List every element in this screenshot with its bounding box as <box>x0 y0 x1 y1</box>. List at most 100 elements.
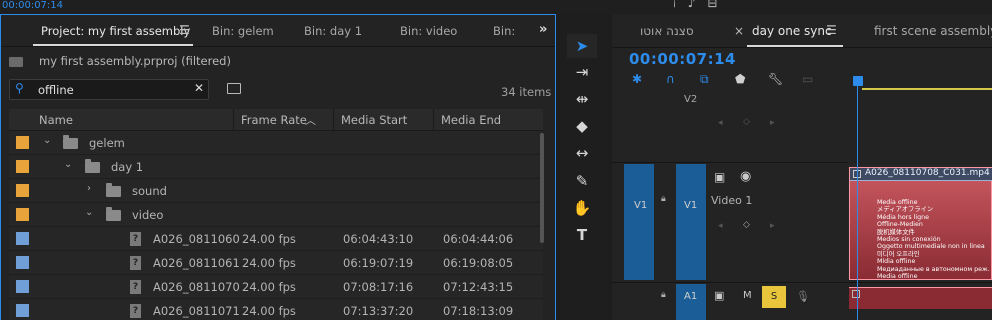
work-area-bar[interactable] <box>862 88 992 90</box>
tab-bin-day-1[interactable]: Bin: day 1 <box>304 24 362 38</box>
next-keyframe-icon[interactable]: ▸ <box>770 221 775 231</box>
search-input[interactable]: ⚲ offline ✕ <box>9 79 209 100</box>
chevron-down-icon[interactable]: ⌄ <box>64 159 72 170</box>
add-marker-icon[interactable]: ⬟ <box>735 72 745 86</box>
table-scrollbar[interactable] <box>540 133 544 243</box>
column-media-start[interactable]: Media Start <box>341 113 407 127</box>
label-color-swatch[interactable] <box>16 208 29 221</box>
column-divider[interactable] <box>333 109 334 131</box>
track-divider <box>612 162 848 163</box>
add-keyframe-icon[interactable]: ◇ <box>743 220 750 230</box>
table-row[interactable]: ? A026_0811061 24.00 fps 06:19:07:19 06:… <box>9 251 543 275</box>
mute-button[interactable]: M <box>743 290 752 301</box>
lock-icon[interactable]: 🔒︎ <box>661 194 666 204</box>
column-frame-rate[interactable]: Frame Rate <box>241 113 307 127</box>
program-controls[interactable]: ℸ♪⊟ <box>668 0 729 10</box>
clear-search-icon[interactable]: ✕ <box>194 81 204 95</box>
table-row[interactable]: ⌄ video <box>9 203 543 227</box>
label-color-swatch[interactable] <box>16 256 29 269</box>
tab-bin-video[interactable]: Bin: video <box>400 24 457 38</box>
label-color-swatch[interactable] <box>16 280 29 293</box>
voiceover-record-icon[interactable]: 🎙︎ <box>796 290 810 303</box>
captions-icon[interactable]: ▭ <box>802 72 813 86</box>
eye-icon[interactable]: ◉ <box>740 169 751 184</box>
table-row[interactable]: ? A026_0811070 24.00 fps 07:08:17:16 07:… <box>9 275 543 299</box>
sync-lock-icon[interactable]: ▣ <box>714 289 724 302</box>
track-target-label: V1 <box>684 200 698 211</box>
prev-keyframe-icon[interactable]: ◂ <box>718 221 723 231</box>
settings-icon[interactable]: ⊟ <box>707 0 729 10</box>
razor-icon[interactable]: ◆ <box>567 114 597 138</box>
label-color-swatch[interactable] <box>16 136 29 149</box>
selection-tool-icon[interactable]: ➤ <box>567 34 597 58</box>
column-name[interactable]: Name <box>39 113 73 127</box>
track-target-a1[interactable]: A1 <box>676 284 706 320</box>
sort-ascending-icon[interactable]: ︿ <box>305 112 316 128</box>
tab-bin-gelem[interactable]: Bin: gelem <box>212 24 274 38</box>
row-media-end: 07:18:13:09 <box>443 304 514 318</box>
tab-first-scene-assembly[interactable]: first scene assembly <box>874 24 992 38</box>
next-keyframe-icon[interactable]: ▸ <box>770 118 775 128</box>
type-icon[interactable]: T <box>567 223 597 247</box>
table-row[interactable]: › sound <box>9 179 543 203</box>
row-frame-rate: 24.00 fps <box>242 280 296 294</box>
label-color-swatch[interactable] <box>16 184 29 197</box>
new-search-bin-icon[interactable] <box>227 83 241 94</box>
track-v2-label[interactable]: V2 <box>684 94 697 105</box>
row-frame-rate: 24.00 fps <box>242 232 296 246</box>
tabs-overflow-icon[interactable]: » <box>539 22 547 37</box>
column-divider[interactable] <box>233 109 234 131</box>
tab-sequence-hebrew[interactable]: סצנה אוטו <box>640 24 694 38</box>
snap-icon[interactable]: ∩ <box>666 72 675 86</box>
row-name: A026_0811060 <box>153 232 240 246</box>
label-color-swatch[interactable] <box>16 304 29 317</box>
row-media-end: 07:12:43:15 <box>443 280 514 294</box>
search-value[interactable]: offline <box>38 83 74 97</box>
export-frame-icon[interactable]: ♪ <box>688 0 708 10</box>
column-media-end[interactable]: Media End <box>441 113 501 127</box>
panel-menu-icon[interactable]: ☰ <box>826 23 837 37</box>
tab-day-one-sync[interactable]: day one sync <box>752 24 832 38</box>
track-select-icon[interactable]: ⇥ <box>567 60 597 84</box>
track-target-v1[interactable]: V1 <box>676 164 706 280</box>
clip-fx-icon <box>852 290 860 298</box>
slip-icon[interactable]: ↔ <box>567 141 597 165</box>
track-target-label: A1 <box>684 291 698 302</box>
chevron-down-icon[interactable]: ⌄ <box>85 207 93 218</box>
source-patch-v1[interactable]: V1 <box>624 164 654 280</box>
nest-toggle-icon[interactable]: ✱ <box>632 72 642 86</box>
chevron-right-icon[interactable]: › <box>87 183 91 194</box>
label-color-swatch[interactable] <box>16 160 29 173</box>
hand-icon[interactable]: ✋ <box>567 196 597 220</box>
timeline-timecode[interactable]: 00:00:07:14 <box>629 50 736 68</box>
linked-selection-icon[interactable]: ⧉ <box>700 72 709 87</box>
offline-audio-clip[interactable] <box>849 287 992 309</box>
row-media-end: 06:19:08:05 <box>443 256 514 270</box>
table-row[interactable]: ? A026_0811071 24.00 fps 07:13:37:20 07:… <box>9 299 543 320</box>
table-row[interactable]: ⌄ gelem <box>9 131 543 155</box>
tab-bin-truncated[interactable]: Bin: <box>493 24 515 38</box>
chevron-down-icon[interactable]: ⌄ <box>43 135 51 146</box>
ripple-edit-icon[interactable]: ⇹ <box>567 87 597 111</box>
row-media-start: 06:19:07:19 <box>343 256 414 270</box>
wrench-icon[interactable]: 🔧︎ <box>768 72 783 86</box>
tab-project[interactable]: Project: my first assembly <box>41 24 190 38</box>
offline-clip-icon: ? <box>130 280 141 294</box>
row-frame-rate: 24.00 fps <box>242 256 296 270</box>
pen-icon[interactable]: ✎ <box>567 169 597 193</box>
table-row[interactable]: ? A026_0811060 24.00 fps 06:04:43:10 06:… <box>9 227 543 251</box>
close-tab-icon[interactable]: × <box>734 24 744 38</box>
active-tab-indicator <box>33 44 193 46</box>
sync-lock-icon[interactable]: ▣ <box>714 170 725 184</box>
marker-icon[interactable]: ℸ <box>668 0 688 10</box>
playhead-handle[interactable] <box>853 76 863 86</box>
table-row[interactable]: ⌄ day 1 <box>9 155 543 179</box>
add-keyframe-icon[interactable]: ◇ <box>743 117 750 127</box>
column-divider[interactable] <box>433 109 434 131</box>
label-color-swatch[interactable] <box>16 232 29 245</box>
offline-video-clip[interactable]: A026_08110708_C031.mp4 Media offline メディ… <box>849 167 992 280</box>
panel-menu-icon[interactable]: ☰ <box>179 23 190 37</box>
solo-button[interactable]: S <box>762 286 786 308</box>
lock-icon[interactable]: 🔒︎ <box>661 290 666 300</box>
prev-keyframe-icon[interactable]: ◂ <box>718 118 723 128</box>
